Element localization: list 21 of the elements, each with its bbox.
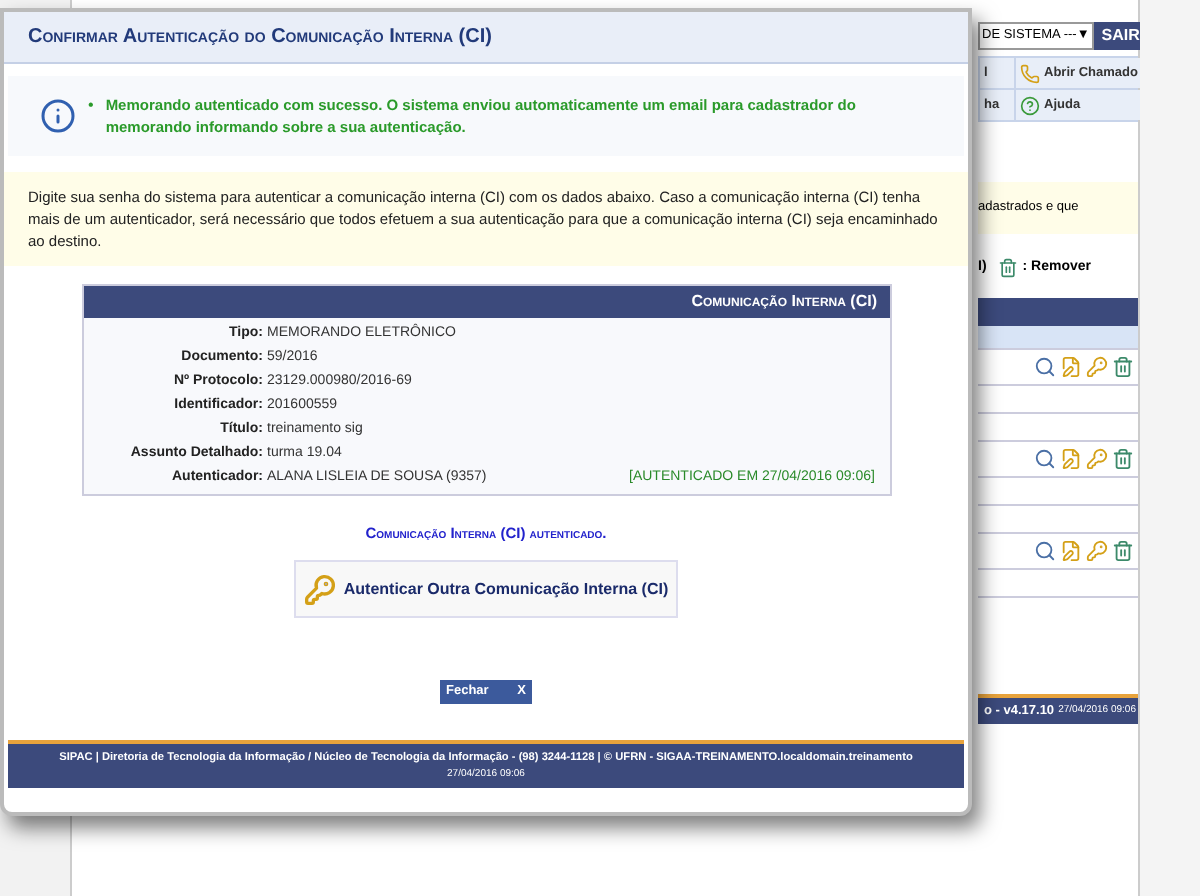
trash-icon [998, 258, 1019, 278]
window-title: Confirmar Autenticação do Comunicação Interna (CI) [28, 24, 492, 52]
edit-icon[interactable] [1060, 448, 1082, 470]
info-icon [40, 98, 76, 134]
trash-icon[interactable] [1112, 356, 1134, 378]
help-icon [1020, 95, 1040, 115]
panel-title: Comunicação Interna (CI) [691, 290, 877, 314]
authenticate-button[interactable]: Autenticar Outra Comunicação Interna (CI) [293, 560, 679, 619]
phone-icon [1020, 63, 1040, 83]
key-icon[interactable] [1086, 448, 1108, 470]
key-icon [303, 571, 336, 608]
trash-icon[interactable] [1112, 448, 1134, 470]
search-icon[interactable] [1034, 448, 1056, 470]
edit-icon[interactable] [1060, 356, 1082, 378]
key-icon[interactable] [1086, 356, 1108, 378]
search-icon[interactable] [1034, 540, 1056, 562]
key-icon[interactable] [1086, 540, 1108, 562]
bullet-mark: • [88, 94, 94, 116]
search-icon[interactable] [1034, 356, 1056, 378]
edit-icon[interactable] [1060, 540, 1082, 562]
trash-icon[interactable] [1112, 540, 1134, 562]
